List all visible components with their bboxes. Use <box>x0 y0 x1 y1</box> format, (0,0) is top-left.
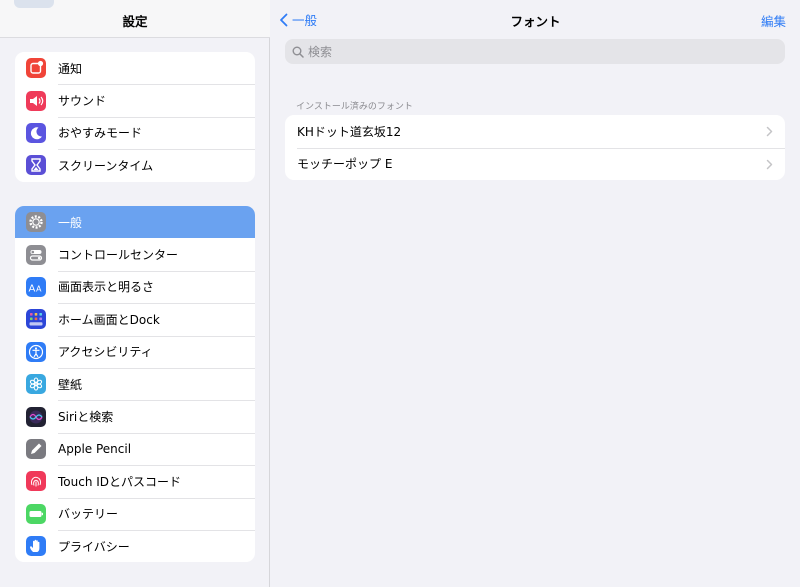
sidebar-item-screen-time[interactable]: スクリーンタイム <box>15 149 255 181</box>
pencil-icon <box>26 438 46 459</box>
sidebar-item-control-center[interactable]: コントロールセンター <box>15 238 255 270</box>
chevron-right-icon <box>766 126 773 137</box>
accessibility-icon <box>26 341 46 362</box>
sidebar-item-label: Apple Pencil <box>58 441 132 456</box>
sidebar-item-label: Touch IDとパスコード <box>58 474 182 489</box>
siri-icon <box>26 406 46 427</box>
sidebar-item-label: おやすみモード <box>58 126 143 141</box>
search-icon <box>292 46 304 58</box>
gear-icon <box>26 212 46 233</box>
sidebar-item-label: バッテリー <box>58 507 119 522</box>
font-name: KHドット道玄坂12 <box>297 124 402 139</box>
sidebar-item-notifications[interactable]: 通知 <box>15 52 255 84</box>
hand-icon <box>26 536 46 557</box>
sidebar-title: 設定 <box>122 14 148 29</box>
battery-icon <box>26 503 46 524</box>
installed-fonts-list: KHドット道玄坂12 モッチーポップ E <box>285 115 785 180</box>
font-row[interactable]: モッチーポップ E <box>285 147 785 181</box>
sound-icon <box>26 90 46 111</box>
sidebar-item-touch-id[interactable]: Touch IDとパスコード <box>15 465 255 497</box>
sidebar-item-label: 通知 <box>58 61 83 76</box>
wallpaper-icon <box>26 374 46 395</box>
fonts-pane: 一般 フォント 編集 検索 インストール済みのフォント KHドット道玄坂12 モ… <box>271 0 800 587</box>
sidebar-item-siri[interactable]: Siriと検索 <box>15 400 255 432</box>
page-title: フォント <box>510 14 561 29</box>
sidebar-item-label: コントロールセンター <box>58 248 179 263</box>
sidebar-item-wallpaper[interactable]: 壁紙 <box>15 367 255 400</box>
sidebar-item-label: ホーム画面とDock <box>58 312 160 327</box>
control-center-icon <box>26 244 46 265</box>
svg-text:A: A <box>29 283 36 294</box>
sidebar-item-privacy[interactable]: プライバシー <box>15 529 255 562</box>
settings-group-1: 通知 サウンド おやすみモード スクリーンタイム <box>15 52 255 182</box>
sidebar-item-display[interactable]: AA 画面表示と明るさ <box>15 270 255 303</box>
search-input[interactable]: 検索 <box>285 39 785 64</box>
home-screen-icon <box>26 309 46 330</box>
font-row[interactable]: KHドット道玄坂12 <box>285 115 785 148</box>
sidebar-item-label: サウンド <box>58 94 107 109</box>
chevron-right-icon <box>766 159 773 169</box>
moon-icon <box>26 122 46 143</box>
settings-sidebar: 設定 通知 サウンド おやすみモード スクリーンタイム 一般 コントロールセンタ… <box>0 0 270 587</box>
edit-button[interactable]: 編集 <box>761 11 786 30</box>
svg-text:A: A <box>36 284 42 293</box>
sidebar-item-battery[interactable]: バッテリー <box>15 497 255 530</box>
sidebar-item-label: スクリーンタイム <box>58 158 154 173</box>
sidebar-header: 設定 <box>0 0 270 38</box>
sidebar-item-accessibility[interactable]: アクセシビリティ <box>15 335 255 368</box>
settings-group-2: 一般 コントロールセンター AA 画面表示と明るさ ホーム画面とDock アクセ… <box>15 206 255 563</box>
status-bar-fragment <box>14 0 54 8</box>
navigation-bar: 一般 フォント 編集 <box>271 0 800 38</box>
sidebar-item-label: 一般 <box>58 215 83 230</box>
sidebar-item-sound[interactable]: サウンド <box>15 84 255 116</box>
hourglass-icon <box>26 155 46 176</box>
sidebar-item-do-not-disturb[interactable]: おやすみモード <box>15 116 255 149</box>
installed-fonts-header: インストール済みのフォント <box>296 102 413 112</box>
display-icon: AA <box>26 276 46 297</box>
sidebar-item-general[interactable]: 一般 <box>15 206 255 239</box>
search-placeholder: 検索 <box>308 45 333 59</box>
sidebar-item-label: アクセシビリティ <box>58 345 153 360</box>
font-name: モッチーポップ E <box>297 157 393 172</box>
sidebar-item-home-screen[interactable]: ホーム画面とDock <box>15 303 255 335</box>
sidebar-item-label: プライバシー <box>58 539 130 554</box>
fingerprint-icon <box>26 471 46 492</box>
sidebar-item-label: Siriと検索 <box>58 410 114 425</box>
notifications-icon <box>26 58 46 79</box>
sidebar-item-label: 壁紙 <box>58 377 83 392</box>
sidebar-item-apple-pencil[interactable]: Apple Pencil <box>15 432 255 465</box>
sidebar-item-label: 画面表示と明るさ <box>58 280 155 295</box>
